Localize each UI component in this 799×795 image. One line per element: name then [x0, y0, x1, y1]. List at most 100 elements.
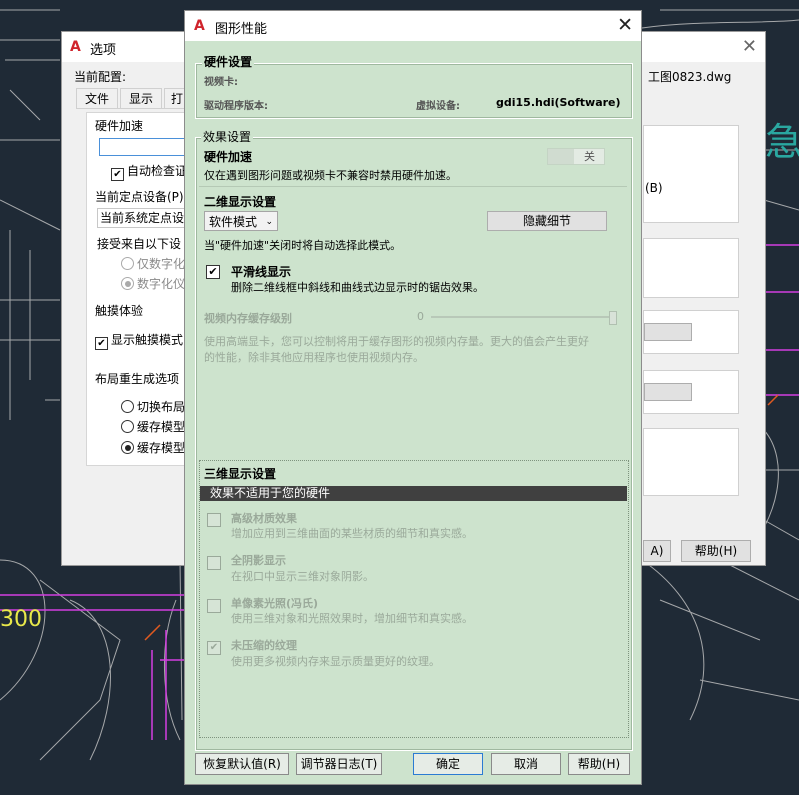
regen-option-switch[interactable]: 切换布局	[121, 398, 185, 415]
effect-full-shadow-checkbox	[207, 556, 221, 570]
restore-defaults-button[interactable]: 恢复默认值(R)	[195, 753, 289, 775]
options-right-group-3	[643, 310, 739, 354]
regen-option-cache-all-circle[interactable]	[121, 441, 134, 454]
options-left-panel: 硬件加速 ✔ 自动检查证 当前定点设备(P) 当前系统定点设 接受来自以下设 仅数…	[86, 112, 191, 466]
video-card-label: 视频卡:	[204, 77, 238, 88]
options-right-group-2	[643, 238, 739, 298]
touch-group-title: 触摸体验	[95, 304, 144, 318]
help-button[interactable]: 帮助(H)	[568, 753, 630, 775]
options-right-group-5	[643, 428, 739, 496]
virtual-device-label: 虚拟设备:	[416, 101, 460, 112]
current-drawing-name: 工图0823.dwg	[648, 70, 732, 84]
effect-advanced-material-desc: 增加应用到三维曲面的某些材质的细节和真实感。	[231, 527, 473, 540]
effect-full-shadow-desc: 在视口中显示三维对象阴影。	[231, 570, 374, 583]
effect-separator	[199, 186, 627, 187]
cancel-button[interactable]: 取消	[491, 753, 561, 775]
radio-digitizer-only-circle	[121, 257, 134, 270]
effect-uncompressed-texture-checkbox: ✔	[207, 641, 221, 655]
effect-per-pixel-lighting-title: 单像素光照(冯氏)	[231, 597, 319, 610]
auto-check-option[interactable]: ✔ 自动检查证	[111, 162, 187, 181]
hw-accel-toggle-label: 关	[584, 150, 595, 163]
video-cache-slider-thumb	[609, 311, 617, 325]
smooth-line-desc: 删除二维线框中斜线和曲线式边显示时的锯齿效果。	[231, 281, 484, 294]
driver-version-label: 驱动程序版本:	[204, 101, 268, 112]
autocad-logo-icon: A	[194, 18, 205, 34]
options-help-button[interactable]: 帮助(H)	[681, 540, 751, 562]
chevron-down-icon: ⌄	[265, 217, 273, 227]
accept-from-label: 接受来自以下设	[97, 237, 182, 251]
regen-option-switch-circle[interactable]	[121, 400, 134, 413]
auto-mode-note: 当"硬件加速"关闭时将自动选择此模式。	[204, 239, 402, 252]
gp-title: 图形性能	[215, 22, 268, 37]
hardware-settings-title: 硬件设置	[202, 53, 255, 70]
right-fragment-label: (B)	[645, 181, 663, 195]
apply-button-partial[interactable]: A)	[643, 540, 671, 562]
effect-uncompressed-texture-title: 未压缩的纹理	[231, 639, 297, 652]
ok-button[interactable]: 确定	[413, 753, 483, 775]
effect-per-pixel-lighting-checkbox	[207, 599, 221, 613]
graphics-performance-dialog: A 图形性能 ✕ 硬件设置 视频卡: 驱动程序版本: 虚拟设备: gdi15.h…	[184, 10, 642, 785]
regen-option-cache[interactable]: 缓存模型	[121, 418, 185, 435]
autocad-logo-icon: A	[70, 39, 81, 55]
hw-accel-toggle[interactable]: 关	[547, 148, 605, 165]
mode-select[interactable]: 软件模式 ⌄	[204, 211, 278, 231]
touch-mode-label: 显示触摸模式	[111, 333, 184, 347]
hw-accel-title: 硬件加速	[204, 150, 253, 164]
graphics-performance-button-partial[interactable]	[99, 138, 191, 156]
effect-uncompressed-texture-desc: 使用更多视频内存来显示质量更好的纹理。	[231, 655, 440, 668]
cad-right-glyph: 急	[765, 120, 799, 164]
options-right-group-1: (B)	[643, 125, 739, 223]
effect-advanced-material-checkbox	[207, 513, 221, 527]
video-cache-desc-2: 的性能，除非其他应用程序也使用视频内存。	[204, 351, 424, 364]
pointing-device-title: 当前定点设备(P)	[95, 190, 184, 204]
effect-advanced-material-title: 高级材质效果	[231, 512, 297, 525]
radio-digitizer-and-label: 数字化仪	[137, 277, 186, 291]
radio-digitizer-and-mouse: 数字化仪	[121, 275, 185, 292]
gp-close-icon[interactable]: ✕	[617, 14, 633, 36]
right-button-2[interactable]	[644, 383, 692, 401]
auto-check-checkbox[interactable]: ✔	[111, 168, 124, 181]
display3d-title: 三维显示设置	[204, 467, 277, 481]
virtual-device-value: gdi15.hdi(Software)	[496, 96, 621, 109]
regen-option-cache-label: 缓存模型	[137, 420, 186, 434]
options-title: 选项	[90, 43, 117, 58]
toggle-knob	[548, 149, 574, 164]
regen-option-cache-circle[interactable]	[121, 420, 134, 433]
regen-option-switch-label: 切换布局	[137, 400, 186, 414]
auto-check-label: 自动检查证	[127, 164, 188, 178]
touch-mode-checkbox[interactable]: ✔	[95, 337, 108, 350]
options-tabstrip: 文件 显示 打	[76, 88, 191, 109]
radio-digitizer-and-circle	[121, 277, 134, 290]
video-cache-desc-1: 使用高端显卡，您可以控制将用于缓存图形的视频内存量。更大的值会产生更好	[204, 335, 589, 348]
smooth-line-checkbox[interactable]: ✔	[206, 265, 220, 279]
display2d-title: 二维显示设置	[204, 195, 277, 209]
gp-titlebar: A 图形性能 ✕	[185, 11, 641, 41]
hardware-accel-group-title: 硬件加速	[95, 119, 144, 133]
radio-digitizer-only: 仅数字化	[121, 255, 185, 272]
effect-settings-title: 效果设置	[201, 128, 254, 145]
not-applicable-banner: 效果不适用于您的硬件	[200, 486, 627, 501]
effect-full-shadow-title: 全阴影显示	[231, 554, 286, 567]
layout-regen-title: 布局重生成选项	[95, 372, 180, 386]
options-right-group-4	[643, 370, 739, 414]
mode-select-value: 软件模式	[209, 215, 258, 229]
tab-display[interactable]: 显示	[120, 88, 163, 109]
right-button-1[interactable]	[644, 323, 692, 341]
hw-accel-desc: 仅在遇到图形问题或视频卡不兼容时禁用硬件加速。	[204, 169, 457, 182]
video-cache-value: 0	[417, 310, 424, 323]
video-cache-slider	[431, 311, 617, 325]
smooth-line-title: 平滑线显示	[231, 265, 292, 279]
hide-details-button[interactable]: 隐藏细节	[487, 211, 607, 231]
cad-dimension-text: 300	[0, 607, 42, 632]
touch-mode-option[interactable]: ✔ 显示触摸模式	[95, 331, 183, 350]
options-close-icon[interactable]: ✕	[742, 36, 757, 57]
radio-digitizer-only-label: 仅数字化	[137, 257, 186, 271]
effect-per-pixel-lighting-desc: 使用三维对象和光照效果时，增加细节和真实感。	[231, 612, 473, 625]
regen-option-cache-all-label: 缓存模型	[137, 441, 186, 455]
regen-option-cache-all[interactable]: 缓存模型	[121, 439, 185, 456]
tuner-log-button[interactable]: 调节器日志(T)	[296, 753, 382, 775]
pointing-device-select[interactable]: 当前系统定点设	[97, 208, 191, 228]
tab-files[interactable]: 文件	[76, 88, 119, 109]
video-cache-title: 视频内存缓存级别	[204, 312, 292, 325]
current-config-label: 当前配置:	[74, 70, 127, 84]
